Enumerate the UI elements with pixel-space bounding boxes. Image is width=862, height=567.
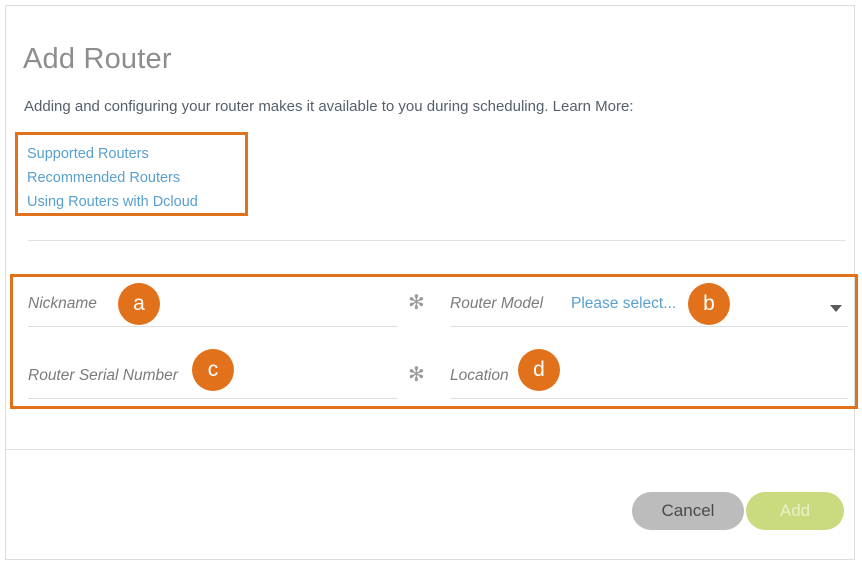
annotation-badge-b: b: [688, 283, 730, 325]
location-label: Location: [450, 367, 509, 384]
add-button[interactable]: Add: [746, 492, 844, 530]
field-underline: [450, 398, 848, 399]
link-using-routers-with-dcloud[interactable]: Using Routers with Dcloud: [27, 190, 257, 214]
chevron-down-icon[interactable]: [830, 305, 842, 312]
link-recommended-routers[interactable]: Recommended Routers: [27, 166, 257, 190]
field-underline: [28, 398, 398, 399]
dialog-card: Add Router Adding and configuring your r…: [5, 5, 858, 560]
router-serial-number-label: Router Serial Number: [28, 367, 178, 384]
page-title: Add Router: [23, 43, 172, 75]
nickname-label: Nickname: [28, 295, 97, 312]
cancel-button[interactable]: Cancel: [632, 492, 744, 530]
nickname-field[interactable]: Nickname ✻: [28, 289, 425, 327]
field-underline: [28, 326, 398, 327]
router-model-value[interactable]: Please select...: [571, 295, 676, 313]
link-supported-routers[interactable]: Supported Routers: [27, 142, 257, 166]
annotation-badge-c: c: [192, 349, 234, 391]
dialog-subtitle: Adding and configuring your router makes…: [24, 98, 634, 115]
annotation-badge-d: d: [518, 349, 560, 391]
footer-divider: [6, 449, 854, 450]
documentation-links: Supported Routers Recommended Routers Us…: [27, 142, 257, 214]
field-underline: [450, 326, 848, 327]
section-divider: [28, 240, 846, 241]
add-router-dialog-screen: Add Router Adding and configuring your r…: [0, 0, 862, 567]
required-asterisk-icon: ✻: [408, 362, 425, 386]
router-model-field[interactable]: Router Model Please select...: [450, 289, 848, 327]
location-field[interactable]: Location: [450, 361, 848, 399]
router-model-label: Router Model: [450, 295, 544, 312]
required-asterisk-icon: ✻: [408, 290, 425, 314]
annotation-badge-a: a: [118, 283, 160, 325]
